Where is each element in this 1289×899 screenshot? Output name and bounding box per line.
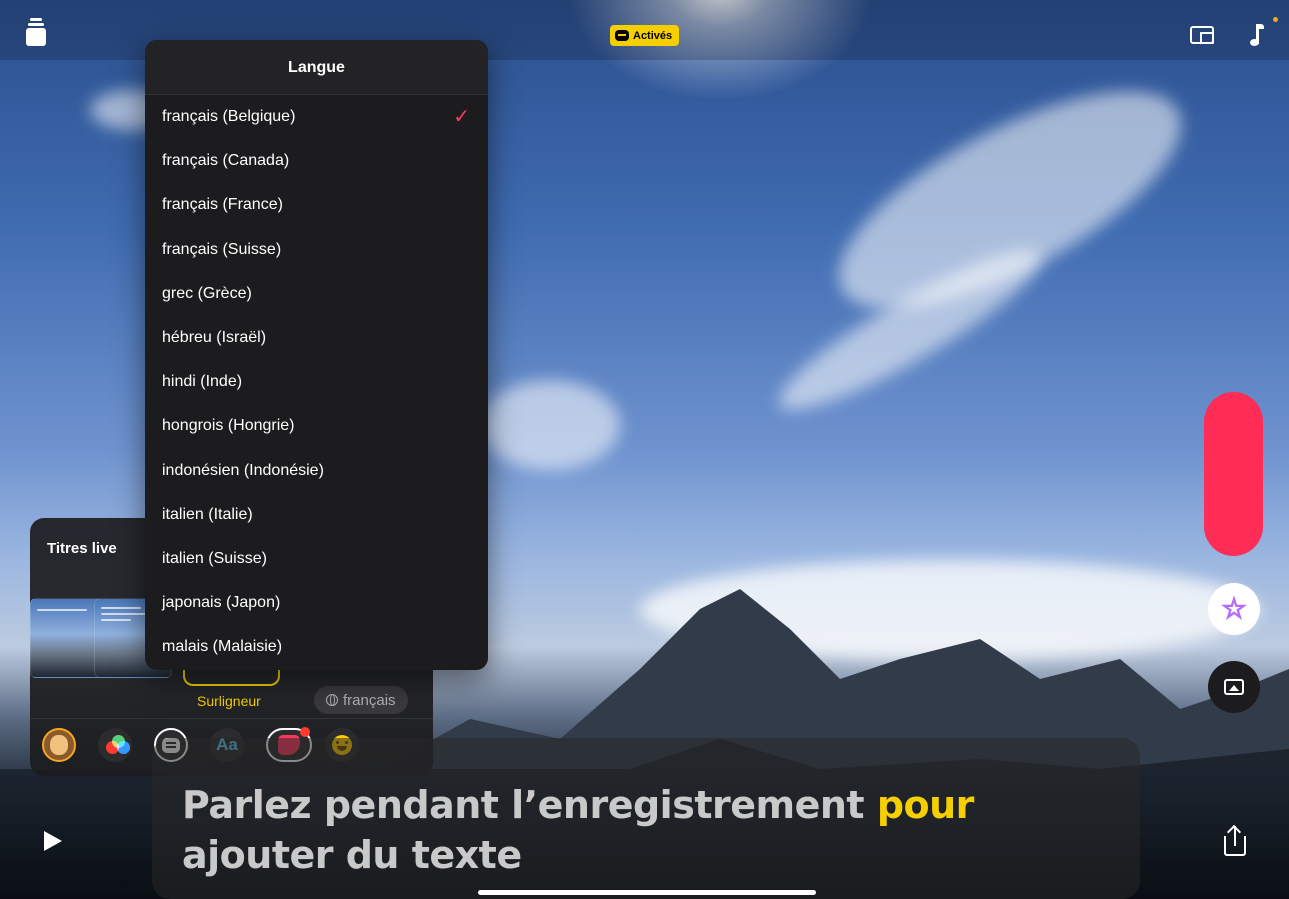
language-option[interactable]: malais (Malaisie) (145, 625, 488, 669)
home-indicator (478, 890, 816, 895)
language-option[interactable]: grec (Grèce) (145, 272, 488, 316)
caption-text-line2: ajouter du texte (182, 833, 522, 877)
caption-text-highlight: pour (876, 783, 975, 827)
language-option[interactable]: français (Canada) (145, 139, 488, 183)
projects-icon[interactable] (26, 18, 46, 46)
notification-dot (300, 727, 310, 737)
language-option[interactable]: italien (Suisse) (145, 537, 488, 581)
language-option[interactable]: hindi (Inde) (145, 360, 488, 404)
divider (30, 718, 433, 719)
language-option[interactable]: français (Belgique) ✓ (145, 95, 488, 139)
style-label: Surligneur (197, 693, 261, 709)
caption-text: Parlez pendant l’enregistrement pour ajo… (182, 780, 1112, 880)
language-list: français (Belgique) ✓ français (Canada) f… (145, 95, 488, 669)
star-icon: ☆ (1221, 593, 1248, 624)
aspect-ratio-icon[interactable] (1190, 26, 1214, 44)
language-selector[interactable]: français (314, 686, 408, 714)
language-option[interactable]: français (France) (145, 183, 488, 227)
active-badge-label: Activés (633, 29, 673, 42)
language-menu: Langue français (Belgique) ✓ français (Ca… (145, 40, 488, 670)
language-option[interactable]: hongrois (Hongrie) (145, 404, 488, 448)
cloud (809, 48, 1211, 352)
language-selector-label: français (343, 691, 396, 709)
color-filter-icon[interactable] (98, 728, 132, 762)
caption-text-normal: Parlez pendant l’enregistrement (182, 783, 877, 827)
play-button[interactable] (44, 831, 62, 851)
menu-title: Langue (145, 40, 488, 95)
language-option[interactable]: italien (Italie) (145, 493, 488, 537)
photo-icon (1224, 679, 1244, 695)
share-icon[interactable] (1224, 824, 1246, 856)
language-option[interactable]: japonais (Japon) (145, 581, 488, 625)
indicator-dot (1273, 17, 1278, 22)
record-button[interactable] (1204, 392, 1263, 556)
music-icon[interactable] (1248, 22, 1266, 48)
language-option[interactable]: indonésien (Indonésie) (145, 449, 488, 493)
cloud (480, 380, 620, 470)
caption-bubble-icon (615, 30, 629, 41)
live-titles-active-badge[interactable]: Activés (610, 25, 680, 46)
media-library-button[interactable] (1208, 661, 1260, 713)
panel-title: Titres live (47, 540, 117, 557)
memoji-icon[interactable] (42, 728, 76, 762)
effects-button[interactable]: ☆ (1208, 583, 1260, 635)
globe-icon (326, 694, 338, 706)
live-caption-overlay[interactable]: Parlez pendant l’enregistrement pour ajo… (152, 738, 1140, 899)
checkmark-icon: ✓ (453, 106, 470, 128)
language-option[interactable]: hébreu (Israël) (145, 316, 488, 360)
language-option[interactable]: français (Suisse) (145, 228, 488, 272)
selected-style-frame[interactable] (183, 668, 280, 686)
